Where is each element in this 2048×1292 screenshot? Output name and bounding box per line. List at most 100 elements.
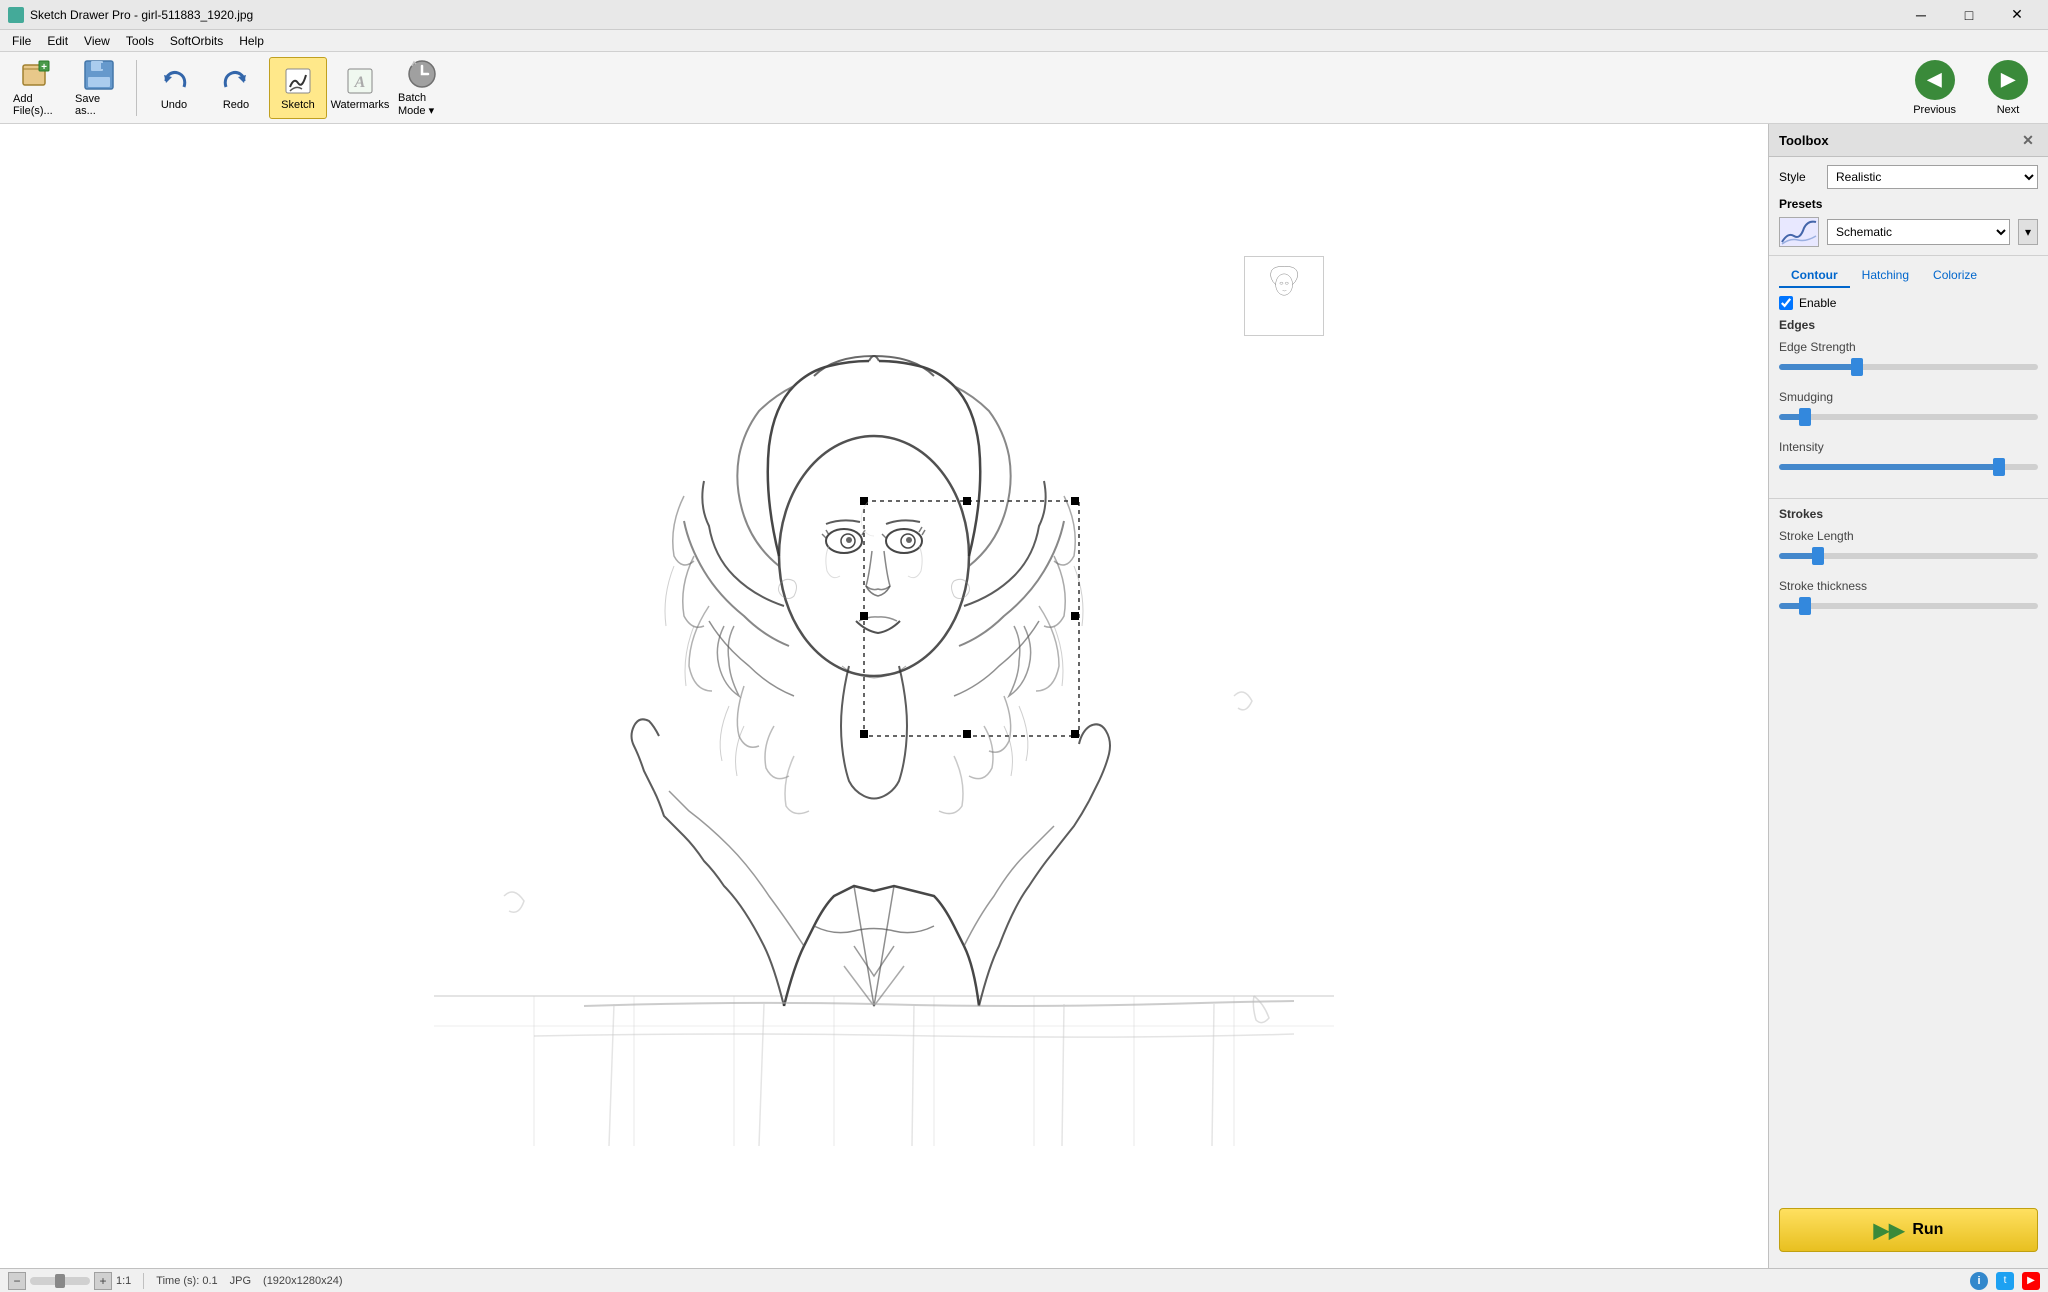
separator-status [143, 1273, 144, 1289]
edge-strength-track[interactable] [1779, 358, 2038, 376]
smudging-thumb[interactable] [1799, 408, 1811, 426]
close-button[interactable]: ✕ [1994, 0, 2040, 30]
menu-edit[interactable]: Edit [39, 30, 76, 52]
toolbox-panel: Toolbox ✕ Style Realistic Cartoon Abstra… [1768, 124, 2048, 1268]
intensity-track[interactable] [1779, 458, 2038, 476]
edge-strength-slider-row: Edge Strength [1779, 340, 2038, 376]
sketch-button[interactable]: Sketch [269, 57, 327, 119]
nav-section: ◀ Previous ▶ Next [1901, 54, 2040, 122]
presets-label: Presets [1779, 197, 2038, 211]
edge-strength-thumb[interactable] [1851, 358, 1863, 376]
time-label: Time (s): 0.1 [156, 1275, 217, 1287]
twitter-label: t [2004, 1275, 2007, 1286]
zoom-slider[interactable] [30, 1277, 90, 1285]
tab-colorize[interactable]: Colorize [1921, 264, 1989, 288]
save-as-label: Save as... [75, 93, 123, 117]
enable-label: Enable [1799, 296, 1836, 310]
intensity-thumb[interactable] [1993, 458, 2005, 476]
svg-text:A: A [354, 74, 366, 91]
tab-contour[interactable]: Contour [1779, 264, 1850, 288]
twitter-icon[interactable]: t [1996, 1272, 2014, 1290]
stroke-length-label: Stroke Length [1779, 529, 2038, 543]
maximize-button[interactable]: □ [1946, 0, 1992, 30]
presets-dropdown-arrow[interactable]: ▾ [2018, 219, 2038, 245]
intensity-bg [1779, 464, 2038, 470]
previous-button[interactable]: ◀ Previous [1901, 54, 1968, 122]
smudging-label: Smudging [1779, 390, 2038, 404]
next-button[interactable]: ▶ Next [1976, 54, 2040, 122]
canvas-area[interactable] [0, 124, 1768, 1268]
sketch-container [434, 246, 1334, 1146]
batch-mode-icon [406, 58, 438, 90]
next-icon: ▶ [1988, 60, 2028, 100]
smudging-slider-row: Smudging [1779, 390, 2038, 426]
menu-help[interactable]: Help [231, 30, 272, 52]
zoom-out-button[interactable]: − [8, 1272, 26, 1290]
status-format: JPG [230, 1275, 251, 1287]
window-controls: ─ □ ✕ [1898, 0, 2040, 30]
save-as-button[interactable]: Save as... [70, 57, 128, 119]
watermarks-icon: A [344, 65, 376, 97]
style-select[interactable]: Realistic Cartoon Abstract Pencil [1827, 165, 2038, 189]
watermarks-button[interactable]: A Watermarks [331, 57, 389, 119]
style-section: Style Realistic Cartoon Abstract Pencil … [1769, 157, 2048, 256]
presets-select[interactable]: Schematic Classic Detailed Soft [1827, 219, 2010, 245]
tabs-row: Contour Hatching Colorize [1779, 264, 2038, 288]
run-arrow-icon: ▶▶ [1874, 1218, 1905, 1243]
info-icon[interactable]: i [1970, 1272, 1988, 1290]
stroke-length-slider-row: Stroke Length [1779, 529, 2038, 565]
batch-mode-label: Batch Mode ▾ [398, 92, 446, 117]
enable-checkbox[interactable] [1779, 296, 1793, 310]
smudging-track[interactable] [1779, 408, 2038, 426]
separator-1 [136, 60, 137, 116]
edge-strength-label: Edge Strength [1779, 340, 2038, 354]
save-as-icon [83, 59, 115, 91]
run-button[interactable]: ▶▶ Run [1779, 1208, 2038, 1252]
presets-row: Schematic Classic Detailed Soft ▾ [1779, 217, 2038, 247]
watermarks-label: Watermarks [331, 99, 390, 111]
stroke-length-track[interactable] [1779, 547, 2038, 565]
format-label: JPG [230, 1275, 251, 1287]
status-right: i t ▶ [1970, 1272, 2040, 1290]
menu-tools[interactable]: Tools [118, 30, 162, 52]
zoom-in-button[interactable]: + [94, 1272, 112, 1290]
sketch-label: Sketch [281, 99, 315, 111]
app-icon [8, 7, 24, 23]
add-files-button[interactable]: + Add File(s)... [8, 57, 66, 119]
smudging-bg [1779, 414, 2038, 420]
undo-button[interactable]: Undo [145, 57, 203, 119]
redo-icon [220, 65, 252, 97]
previous-icon: ◀ [1915, 60, 1955, 100]
redo-button[interactable]: Redo [207, 57, 265, 119]
stroke-length-bg [1779, 553, 2038, 559]
main-content: Toolbox ✕ Style Realistic Cartoon Abstra… [0, 124, 2048, 1268]
batch-mode-button[interactable]: Batch Mode ▾ [393, 57, 451, 119]
stroke-length-thumb[interactable] [1812, 547, 1824, 565]
dimensions-label: (1920x1280x24) [263, 1275, 343, 1287]
stroke-thickness-thumb[interactable] [1799, 597, 1811, 615]
edge-strength-fill [1779, 364, 1857, 370]
stroke-thickness-track[interactable] [1779, 597, 2038, 615]
toolbox-title: Toolbox [1779, 133, 1829, 148]
svg-text:+: + [41, 62, 47, 73]
sketch-image [434, 246, 1334, 1146]
strokes-section-header: Strokes [1779, 507, 2038, 521]
tab-hatching[interactable]: Hatching [1850, 264, 1921, 288]
redo-label: Redo [223, 99, 249, 111]
menu-softorbits[interactable]: SoftOrbits [162, 30, 231, 52]
toolbox-close-button[interactable]: ✕ [2018, 130, 2038, 150]
menu-view[interactable]: View [76, 30, 118, 52]
enable-checkbox-row: Enable [1779, 296, 2038, 310]
youtube-icon[interactable]: ▶ [2022, 1272, 2040, 1290]
toolbar: + Add File(s)... Save as... Undo [0, 52, 2048, 124]
previous-label: Previous [1913, 104, 1956, 116]
menu-file[interactable]: File [4, 30, 39, 52]
tabs-section: Contour Hatching Colorize Enable Edges E… [1769, 256, 2048, 499]
edge-strength-bg [1779, 364, 2038, 370]
minimize-button[interactable]: ─ [1898, 0, 1944, 30]
intensity-slider-row: Intensity [1779, 440, 2038, 476]
zoom-thumb[interactable] [55, 1274, 65, 1288]
undo-icon [158, 65, 190, 97]
run-section: ▶▶ Run [1769, 1192, 2048, 1268]
stroke-thickness-bg [1779, 603, 2038, 609]
